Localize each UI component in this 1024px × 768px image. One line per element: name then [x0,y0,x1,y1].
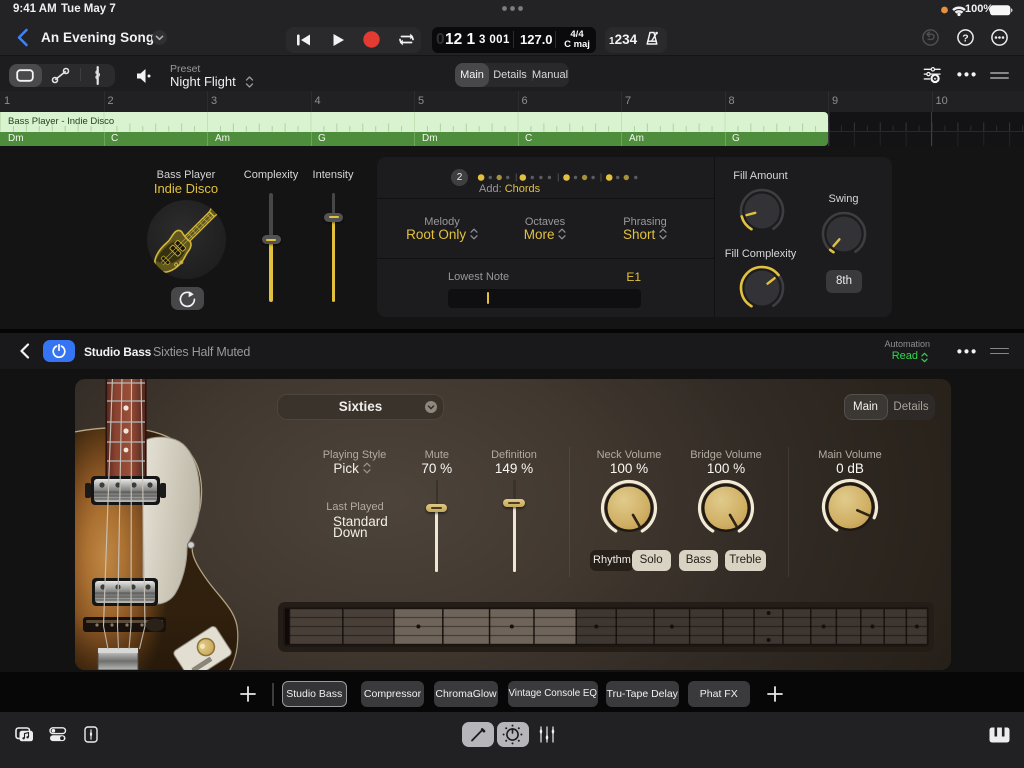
svg-text:?: ? [962,32,968,44]
